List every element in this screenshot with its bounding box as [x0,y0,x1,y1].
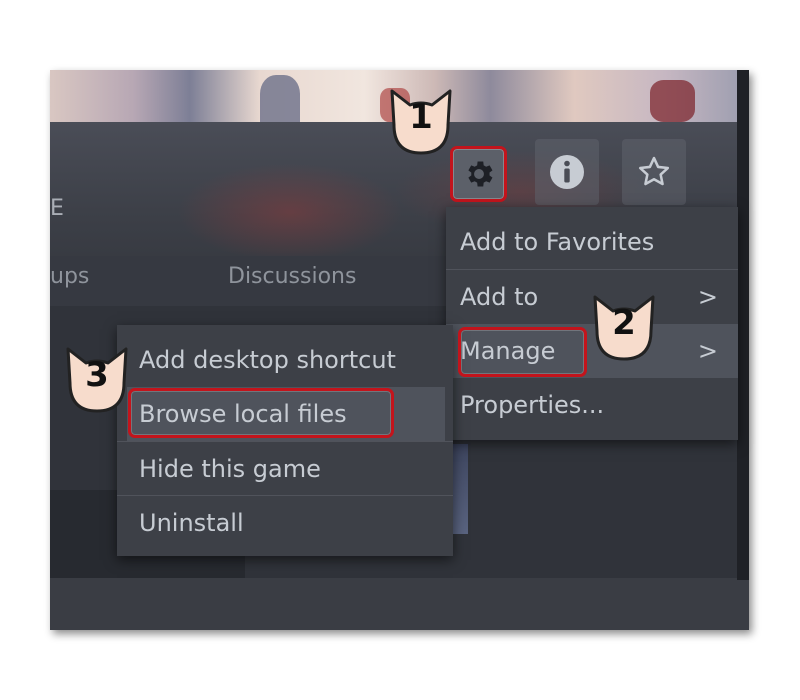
chevron-right-icon: > [697,283,718,311]
bottom-bar [50,578,749,630]
info-icon [550,155,584,189]
manage-submenu: Add desktop shortcut Browse local files … [117,325,453,556]
step-number: 2 [612,303,636,343]
chevron-right-icon: > [697,337,718,365]
submenu-item-hide-this-game[interactable]: Hide this game [117,441,453,495]
tab-discussions[interactable]: Discussions [228,264,356,289]
settings-button[interactable] [450,146,507,202]
menu-item-label: Properties... [460,391,605,419]
menu-item-label: Add desktop shortcut [139,346,396,374]
favorite-button[interactable] [622,139,686,205]
menu-item-label: Add to Favorites [460,228,655,256]
submenu-item-uninstall[interactable]: Uninstall [117,495,453,549]
menu-item-properties[interactable]: Properties... [446,378,738,432]
star-icon [638,156,670,186]
menu-item-add-to-favorites[interactable]: Add to Favorites [446,215,738,269]
window-edge [737,70,749,580]
game-title-partial: E [50,196,64,221]
step-number: 3 [85,355,109,395]
info-button[interactable] [535,139,599,205]
tab-groups[interactable]: ups [50,264,89,289]
menu-item-label: Hide this game [139,455,321,483]
step-badge-1: 1 [384,87,458,157]
step-badge-3: 3 [60,345,134,415]
step-badge-2: 2 [587,293,661,363]
step-number: 1 [409,97,433,137]
gear-icon [467,161,492,187]
menu-item-label: Uninstall [139,509,244,537]
submenu-item-add-desktop-shortcut[interactable]: Add desktop shortcut [117,333,453,387]
menu-item-label: Add to [460,283,539,311]
browse-local-files-highlight-box [128,388,394,438]
manage-highlight-box [458,327,587,377]
